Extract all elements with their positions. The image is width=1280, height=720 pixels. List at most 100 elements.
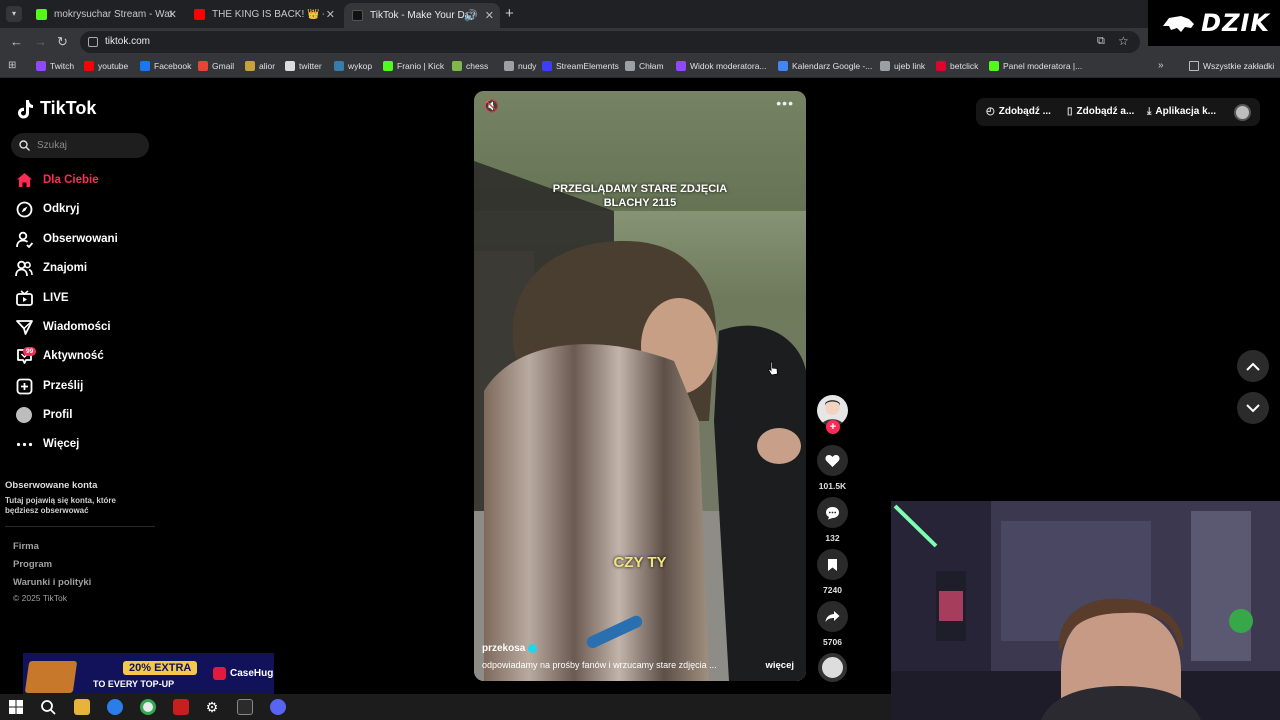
bookmark-item[interactable]: ujeb link (880, 61, 925, 71)
sidebar-item-label: Odkryj (43, 203, 80, 215)
profile-avatar[interactable] (1234, 104, 1251, 121)
desktop-app-button[interactable]: ⤓ Aplikacja k... (1147, 106, 1216, 117)
like-action[interactable]: 101.5K (817, 445, 848, 491)
bookmark-item[interactable]: chess (452, 61, 488, 71)
music-disc-icon[interactable] (818, 653, 847, 682)
search-input[interactable] (37, 133, 142, 158)
close-tab-icon[interactable]: ✕ (485, 9, 494, 22)
forward-icon[interactable]: → (34, 34, 47, 49)
sidebar-item-messages[interactable]: Wiadomości (15, 316, 111, 338)
close-tab-icon[interactable]: ✕ (326, 8, 335, 21)
discord-icon[interactable] (270, 699, 286, 715)
bookmark-item[interactable]: Facebook (140, 61, 191, 71)
video-more-options-icon[interactable]: ••• (776, 95, 794, 111)
save-action[interactable]: 7240 (817, 549, 848, 595)
all-bookmarks-folder[interactable]: Wszystkie zakładki (1189, 61, 1274, 71)
tiktok-logo[interactable]: TikTok (16, 98, 96, 119)
bookmark-item[interactable]: Widok moderatora... (676, 61, 767, 71)
settings-gear-icon[interactable]: ⚙ (204, 699, 220, 715)
get-coins-button[interactable]: ◴ Zdobądź ... (986, 106, 1051, 117)
footer-link-terms[interactable]: Warunki i polityki (13, 577, 91, 588)
more-bookmarks-icon[interactable]: » (1158, 60, 1164, 71)
live-icon (15, 289, 33, 307)
app-launcher-icon[interactable] (107, 699, 123, 715)
comment-action[interactable]: 132 (817, 497, 848, 543)
bookmark-favicon-icon (676, 61, 686, 71)
sidebar-item-following[interactable]: Obserwowani (15, 228, 118, 250)
folder-icon (1189, 61, 1199, 71)
casehug-ad-banner[interactable]: 20% EXTRA TO EVERY TOP-UP CaseHug (23, 653, 274, 696)
get-app-button[interactable]: ▯ Zdobądź a... (1067, 106, 1134, 117)
footer-link-program[interactable]: Program (13, 559, 52, 570)
tab-youtube[interactable]: THE KING IS BACK! 👑 - Paweł ✕ (186, 3, 341, 25)
footer-link-company[interactable]: Firma (13, 541, 39, 552)
taskbar-search-icon[interactable] (40, 699, 56, 715)
next-video-button[interactable] (1237, 392, 1269, 424)
tab-tiktok[interactable]: TikTok - Make Your Day 🔊 ✕ (344, 3, 500, 28)
file-explorer-icon[interactable] (74, 699, 90, 715)
bookmark-item[interactable]: Gmail (198, 61, 234, 71)
url-text[interactable]: tiktok.com (105, 36, 150, 47)
bookmark-item[interactable]: betclick (936, 61, 978, 71)
site-info-icon[interactable] (88, 37, 98, 47)
chevron-up-icon (1246, 362, 1260, 371)
epic-games-icon[interactable] (237, 699, 253, 715)
bookmark-label: nudy (518, 61, 537, 71)
speaker-icon[interactable]: 🔊 (464, 9, 478, 22)
bookmark-item[interactable]: Twitch (36, 61, 74, 71)
sidebar-item-friends[interactable]: Znajomi (15, 257, 87, 279)
save-button[interactable] (817, 549, 848, 580)
sidebar-item-live[interactable]: LIVE (15, 287, 69, 309)
get-coins-label: Zdobądź ... (998, 106, 1051, 117)
sidebar-item-profile[interactable]: Profil (15, 404, 72, 426)
share-button[interactable] (817, 601, 848, 632)
bookmark-favicon-icon (936, 61, 946, 71)
mute-icon[interactable]: 🔇 (484, 99, 499, 113)
reload-icon[interactable]: ↻ (57, 34, 68, 50)
bookmark-item[interactable]: wykop (334, 61, 372, 71)
sidebar-item-more[interactable]: Więcej (15, 433, 79, 455)
comment-button[interactable] (817, 497, 848, 528)
see-more-link[interactable]: więcej (765, 660, 794, 671)
following-icon (15, 230, 33, 248)
video-overlay-title-line1: PRZEGLĄDAMY STARE ZDJĘCIA (552, 183, 728, 195)
install-app-icon[interactable]: ⧉ (1097, 35, 1105, 48)
media-app-icon[interactable] (173, 699, 189, 715)
bookmark-star-icon[interactable]: ☆ (1118, 34, 1129, 48)
close-tab-icon[interactable]: ✕ (168, 8, 177, 21)
back-icon[interactable]: ← (10, 34, 23, 49)
windows-start-icon[interactable] (8, 699, 24, 715)
tab-title: TikTok - Make Your Day (370, 10, 475, 21)
previous-video-button[interactable] (1237, 350, 1269, 382)
omnibox[interactable]: tiktok.com ⧉ ☆ (80, 31, 1140, 53)
bookmark-item[interactable]: twitter (285, 61, 322, 71)
author-username[interactable]: przekosa (482, 643, 525, 654)
bookmark-item[interactable]: Franio | Kick (383, 61, 444, 71)
search-icon (19, 140, 30, 151)
search-box[interactable] (11, 133, 149, 158)
share-action[interactable]: 5706 (817, 601, 848, 647)
sidebar-item-upload[interactable]: Prześlij (15, 375, 83, 397)
bookmark-item[interactable]: Chłam (625, 61, 664, 71)
comment-icon (826, 506, 839, 519)
video-author[interactable]: przekosa (482, 643, 538, 654)
bookmark-item[interactable]: alior (245, 61, 275, 71)
bookmark-item[interactable]: youtube (84, 61, 128, 71)
bookmark-favicon-icon (84, 61, 94, 71)
tab-kick-stream[interactable]: mokrysuchar Stream - Watch Li ✕ (28, 3, 183, 25)
sidebar-item-compass[interactable]: Odkryj (15, 198, 79, 220)
tiktok-brand-text: TikTok (40, 98, 97, 118)
video-player[interactable]: 🔇 ••• PRZEGLĄDAMY STARE ZDJĘCIA BLACHY 2… (474, 91, 806, 681)
bookmark-item[interactable]: StreamElements (542, 61, 619, 71)
chrome-icon[interactable] (140, 699, 156, 715)
like-button[interactable] (817, 445, 848, 476)
apps-grid-icon[interactable]: ⊞ (8, 60, 16, 71)
bookmark-item[interactable]: Kalendarz Google -... (778, 61, 872, 71)
bookmark-item[interactable]: Panel moderatora |... (989, 61, 1082, 71)
bookmark-label: betclick (950, 61, 979, 71)
new-tab-button[interactable]: + (505, 5, 514, 22)
sidebar-item-home[interactable]: Dla Ciebie (15, 169, 99, 191)
tab-search-button[interactable]: ▾ (6, 6, 22, 22)
bookmark-item[interactable]: nudy (504, 61, 536, 71)
follow-creator-button[interactable]: + (826, 420, 840, 434)
